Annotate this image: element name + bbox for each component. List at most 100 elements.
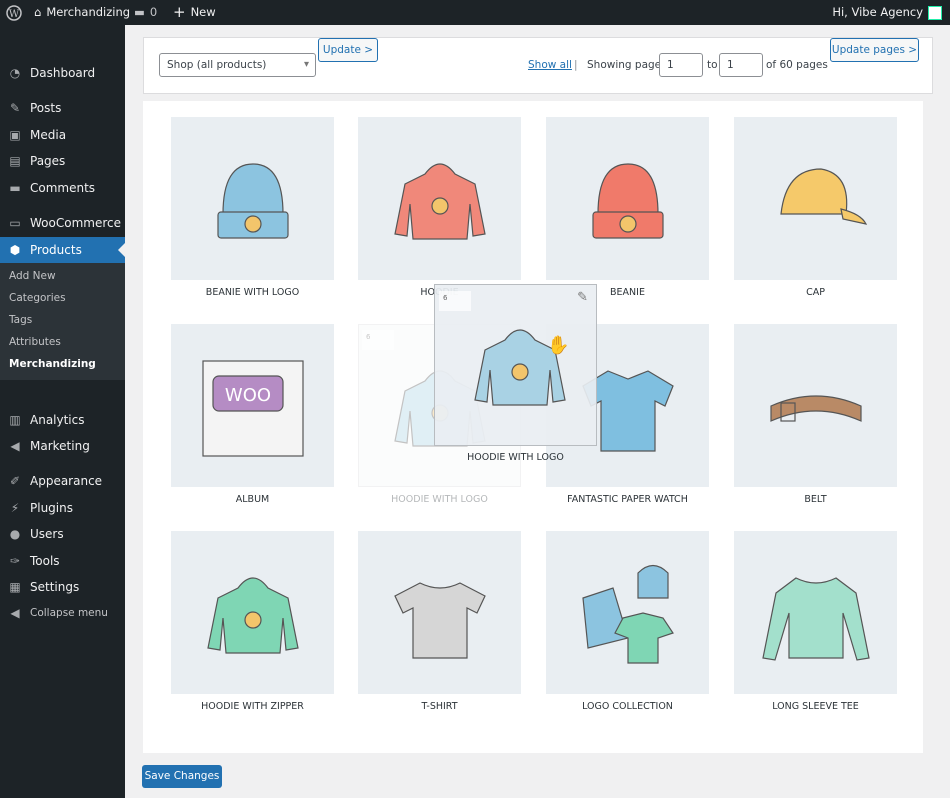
- sidebar-item-label: Plugins: [30, 501, 73, 515]
- product-image: [171, 117, 334, 280]
- product-name: LOGO COLLECTION: [582, 701, 673, 712]
- show-all-link[interactable]: Show all: [528, 59, 572, 71]
- product-name: FANTASTIC PAPER WATCH: [567, 494, 688, 505]
- product-image: [171, 531, 334, 694]
- product-tile[interactable]: LOGO COLLECTION: [546, 531, 709, 712]
- product-name: HOODIE WITH LOGO: [391, 494, 488, 505]
- position-badge: 6: [439, 291, 471, 311]
- submenu-item-merchandizing[interactable]: Merchandizing: [9, 358, 96, 370]
- product-image: [546, 117, 709, 280]
- admin-bar: W ⌂ Merchandizing ▬ 0 + New Hi, Vibe Agency: [0, 0, 950, 25]
- product-image: [734, 531, 897, 694]
- dragged-product-tile[interactable]: 6 ✎ ✋: [434, 284, 597, 446]
- new-content-link[interactable]: + New: [173, 0, 216, 25]
- admin-sidebar: All ProductsAdd NewCategoriesTagsAttribu…: [0, 25, 125, 798]
- product-tile[interactable]: BEANIE: [546, 117, 709, 298]
- comment-icon: ▬: [9, 181, 21, 195]
- sidebar-item-label: Media: [30, 128, 67, 142]
- submenu-item-add-new[interactable]: Add New: [9, 270, 56, 282]
- product-image: [734, 324, 897, 487]
- showing-pages-label: Showing pages: [587, 59, 667, 71]
- update-button[interactable]: Update >: [318, 38, 378, 62]
- chart-icon: ▥: [9, 413, 21, 427]
- sidebar-item-appearance[interactable]: ✐ Appearance: [0, 468, 125, 494]
- collapse-icon: ◀: [10, 606, 20, 620]
- sidebar-item-label: Marketing: [30, 439, 90, 453]
- filter-panel: Shop (all products) Update > Show all | …: [143, 37, 933, 94]
- media-icon: ▣: [9, 128, 21, 142]
- sidebar-item-comments[interactable]: ▬ Comments: [0, 175, 125, 201]
- sidebar-item-posts[interactable]: ✎ Posts: [0, 95, 125, 121]
- sidebar-item-label: WooCommerce: [30, 216, 121, 230]
- product-name: CAP: [806, 287, 825, 298]
- submenu-item-attributes[interactable]: Attributes: [9, 336, 61, 348]
- settings-icon: ▦: [9, 580, 21, 594]
- sidebar-item-woocommerce[interactable]: ▭ WooCommerce: [0, 210, 125, 236]
- sidebar-item-tools[interactable]: ✑ Tools: [0, 548, 125, 574]
- sidebar-item-plugins[interactable]: ⚡ Plugins: [0, 495, 125, 521]
- product-name: LONG SLEEVE TEE: [772, 701, 859, 712]
- product-name: BEANIE WITH LOGO: [205, 287, 300, 298]
- product-name: HOODIE WITH ZIPPER: [201, 701, 304, 712]
- grab-cursor-icon: ✋: [547, 335, 570, 356]
- sidebar-item-products[interactable]: ⬢ Products: [0, 237, 125, 263]
- sidebar-item-collapse-menu[interactable]: ◀ Collapse menu: [0, 600, 125, 626]
- product-image: [734, 117, 897, 280]
- product-image: [546, 531, 709, 694]
- home-icon: ⌂: [34, 5, 42, 19]
- sidebar-item-label: Settings: [30, 580, 80, 594]
- product-tile[interactable]: LONG SLEEVE TEE: [734, 531, 897, 712]
- pin-icon: ✎: [9, 101, 21, 115]
- sidebar-item-label: Posts: [30, 101, 62, 115]
- sidebar-item-label: Comments: [30, 181, 96, 195]
- account-menu[interactable]: Hi, Vibe Agency: [832, 0, 942, 25]
- product-name: T-SHIRT: [421, 701, 458, 712]
- sidebar-item-pages[interactable]: ▤ Pages: [0, 148, 125, 174]
- page-to-input[interactable]: 1: [719, 53, 763, 77]
- sidebar-item-users[interactable]: ● Users: [0, 521, 125, 547]
- separator: |: [574, 59, 578, 71]
- product-tile[interactable]: CAP: [734, 117, 897, 298]
- brush-icon: ✐: [9, 474, 21, 488]
- wrench-icon: ✑: [9, 554, 21, 568]
- sidebar-item-settings[interactable]: ▦ Settings: [0, 574, 125, 600]
- update-pages-button[interactable]: Update pages >: [830, 38, 919, 62]
- sidebar-item-label: Analytics: [30, 413, 85, 427]
- product-image: [465, 310, 575, 423]
- product-image: [358, 531, 521, 694]
- sidebar-item-media[interactable]: ▣ Media: [0, 122, 125, 148]
- comment-icon: ▬: [134, 5, 145, 19]
- plug-icon: ⚡: [10, 501, 20, 515]
- svg-text:WOO: WOO: [224, 385, 270, 406]
- sidebar-item-label: Products: [30, 243, 82, 257]
- sidebar-item-marketing[interactable]: ◀ Marketing: [0, 433, 125, 459]
- plus-icon: +: [173, 3, 186, 21]
- product-image: WOO: [171, 324, 334, 487]
- save-changes-button[interactable]: Save Changes: [142, 765, 222, 788]
- submenu-item-categories[interactable]: Categories: [9, 292, 66, 304]
- edit-icon[interactable]: ✎: [577, 290, 588, 305]
- product-name: ALBUM: [235, 494, 270, 505]
- wordpress-logo-icon[interactable]: W: [6, 0, 22, 25]
- sidebar-item-analytics[interactable]: ▥ Analytics: [0, 407, 125, 433]
- product-image: [358, 117, 521, 280]
- product-tile[interactable]: BELT: [734, 324, 897, 505]
- product-tile[interactable]: WOO ALBUM: [171, 324, 334, 505]
- sidebar-item-label: Collapse menu: [30, 607, 108, 619]
- submenu-item-tags[interactable]: Tags: [9, 314, 32, 326]
- pages-icon: ▤: [9, 154, 21, 168]
- product-tile[interactable]: HOODIE: [358, 117, 521, 298]
- woo-icon: ▭: [9, 216, 21, 230]
- page-from-input[interactable]: 1: [659, 53, 703, 77]
- category-select[interactable]: Shop (all products): [159, 53, 316, 77]
- product-tile[interactable]: HOODIE WITH ZIPPER: [171, 531, 334, 712]
- dashboard-icon: ◔: [9, 66, 21, 80]
- sidebar-item-dashboard[interactable]: ◔ Dashboard: [0, 60, 125, 86]
- megaphone-icon: ◀: [10, 439, 20, 453]
- product-tile[interactable]: T-SHIRT: [358, 531, 521, 712]
- user-icon: ●: [9, 527, 21, 541]
- site-name-link[interactable]: ⌂ Merchandizing: [34, 0, 130, 25]
- comments-link[interactable]: ▬ 0: [134, 0, 157, 25]
- sidebar-item-label: Users: [30, 527, 64, 541]
- product-tile[interactable]: BEANIE WITH LOGO: [171, 117, 334, 298]
